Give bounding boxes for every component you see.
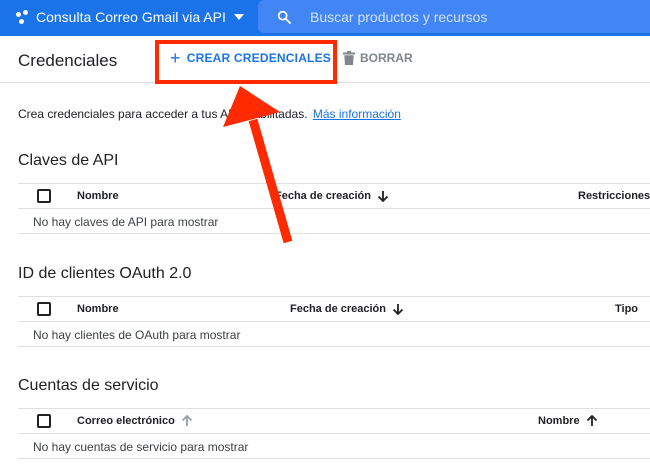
project-name: Consulta Correo Gmail via API [36,9,226,25]
project-icon [14,9,30,25]
delete-label: BORRAR [360,51,413,65]
search-icon [277,10,291,24]
annotation-highlight-box [155,40,337,84]
col-name[interactable]: Nombre [538,415,598,427]
project-selector[interactable]: Consulta Correo Gmail via API [14,9,244,25]
service-accounts-table: Correo electrónico Nombre No hay cuentas… [18,408,650,459]
search-input[interactable] [310,8,610,25]
api-keys-table: Nombre Fecha de creación Restricciones N… [18,183,650,234]
dropdown-caret-icon [233,14,244,20]
arrow-down-icon [377,191,389,202]
select-all-checkbox[interactable] [37,189,51,203]
col-email[interactable]: Correo electrónico [77,415,193,427]
col-creation-date[interactable]: Fecha de creación [275,190,389,202]
arrow-up-icon [586,415,597,426]
col-restrictions: Restricciones [578,190,650,202]
arrow-down-icon [392,304,404,315]
page-title: Credenciales [18,51,118,70]
col-type: Tipo [615,303,639,315]
trash-icon [343,51,355,65]
oauth-title: ID de clientes OAuth 2.0 [18,265,192,282]
arrow-up-icon [181,415,192,426]
col-name[interactable]: Nombre [77,190,119,202]
empty-row: No hay clientes de OAuth para mostrar [18,322,650,347]
table-header: Nombre Fecha de creación Tipo [18,296,650,322]
empty-row: No hay cuentas de servicio para mostrar [18,434,650,459]
intro-hidden-fragment: habilitadas. [246,107,308,121]
intro-text: Crea credenciales para acceder a tus API… [18,107,401,121]
oauth-table: Nombre Fecha de creación Tipo No hay cli… [18,296,650,347]
delete-button[interactable]: BORRAR [343,51,413,65]
col-creation-date[interactable]: Fecha de creación [290,303,404,315]
empty-row: No hay claves de API para mostrar [18,209,650,234]
col-name[interactable]: Nombre [77,303,119,315]
table-header: Nombre Fecha de creación Restricciones [18,183,650,209]
select-all-checkbox[interactable] [37,414,51,428]
api-keys-title: Claves de API [18,152,119,169]
service-accounts-title: Cuentas de servicio [18,377,159,394]
learn-more-link[interactable]: Más información [313,107,401,121]
top-app-bar: Consulta Correo Gmail via API [0,0,650,36]
table-header: Correo electrónico Nombre [18,408,650,434]
select-all-checkbox[interactable] [37,302,51,316]
search-bar[interactable] [258,0,650,33]
